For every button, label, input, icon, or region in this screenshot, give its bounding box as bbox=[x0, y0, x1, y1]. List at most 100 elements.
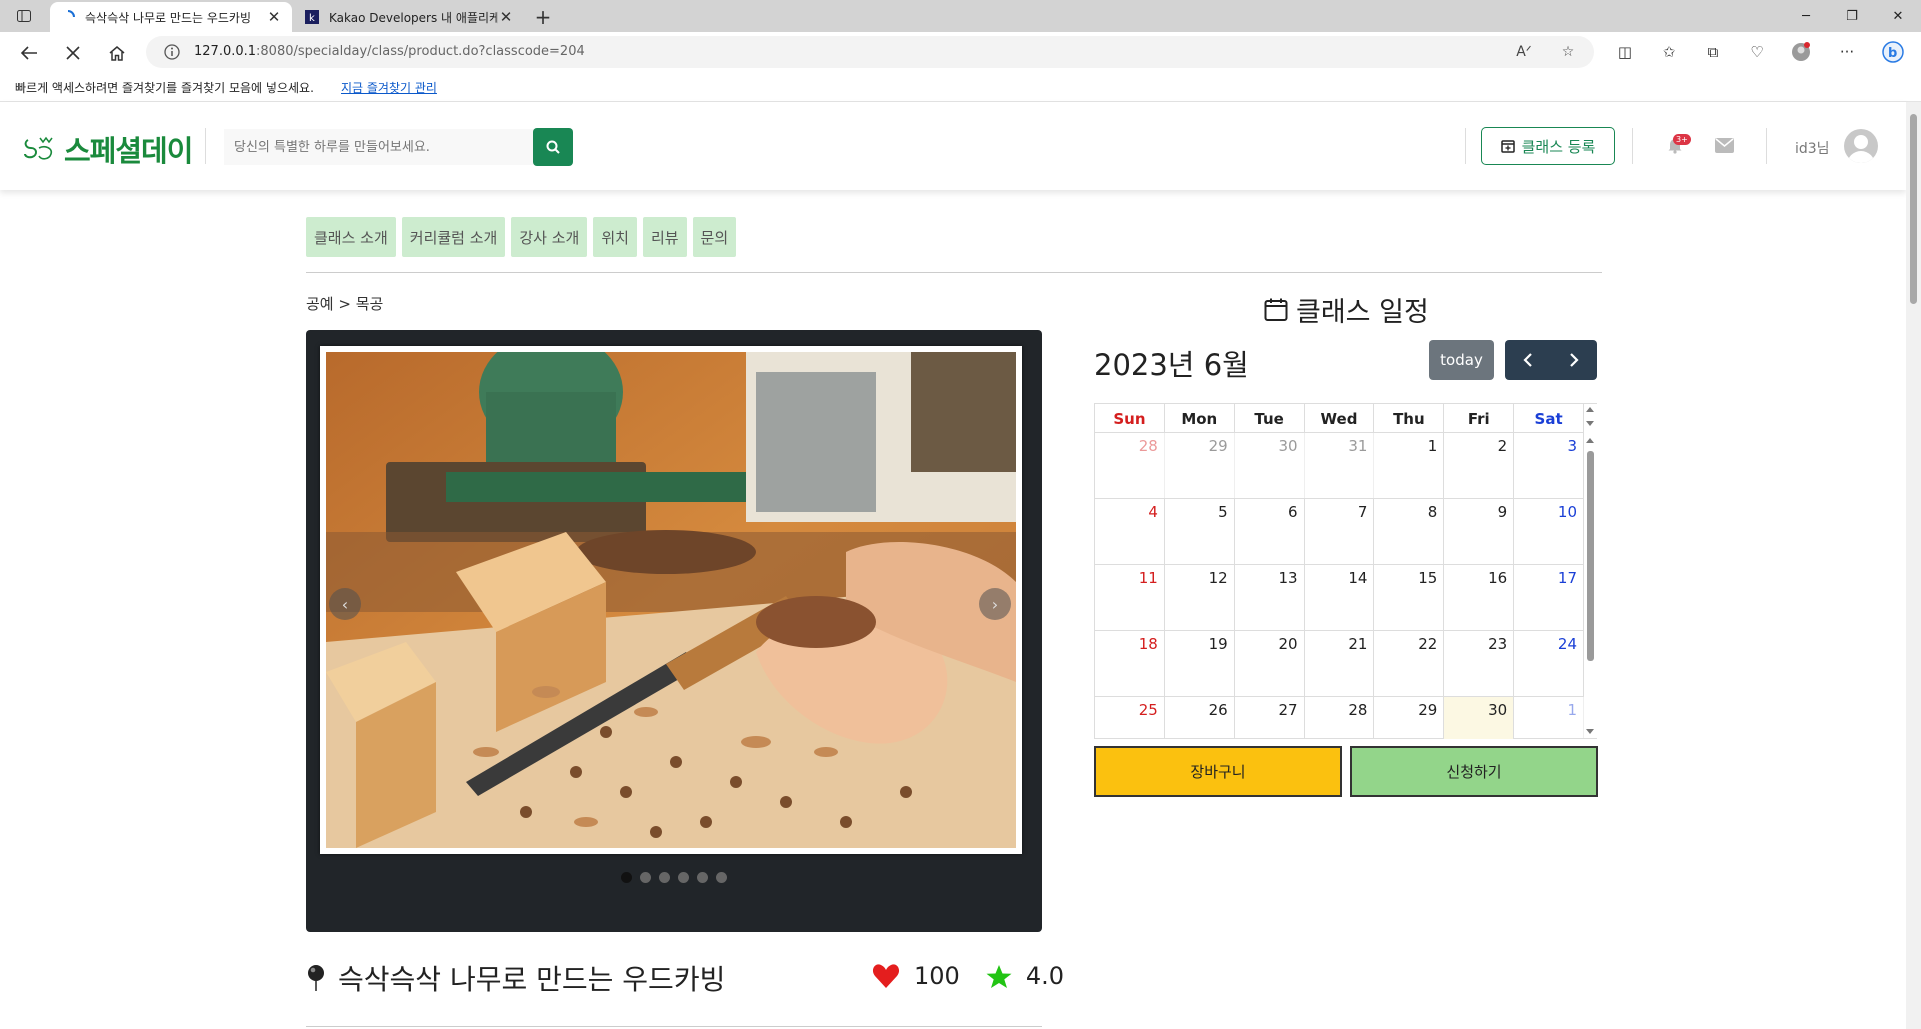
calendar-prev-button[interactable] bbox=[1505, 340, 1551, 380]
add-to-cart-button[interactable]: 장바구니 bbox=[1094, 746, 1342, 797]
favorites-icon[interactable]: ✩ bbox=[1658, 41, 1680, 63]
carousel-dot[interactable] bbox=[640, 872, 651, 883]
tab-location[interactable]: 위치 bbox=[593, 217, 637, 257]
calendar-scrollbar[interactable] bbox=[1584, 404, 1597, 738]
profile-icon[interactable] bbox=[1790, 41, 1812, 63]
breadcrumb: 공예 > 목공 bbox=[306, 295, 384, 313]
page-scrollbar[interactable] bbox=[1906, 102, 1921, 1029]
calendar-day[interactable]: 7 bbox=[1305, 499, 1375, 565]
new-tab-button[interactable]: + bbox=[531, 5, 555, 29]
manage-favorites-link[interactable]: 지금 즐겨찾기 관리 bbox=[341, 79, 437, 96]
close-tab-icon[interactable]: ✕ bbox=[266, 8, 282, 26]
calendar-day[interactable]: 4 bbox=[1095, 499, 1165, 565]
mail-icon[interactable] bbox=[1715, 138, 1734, 153]
calendar-day[interactable]: 23 bbox=[1444, 631, 1515, 697]
calendar-day[interactable]: 1 bbox=[1514, 697, 1584, 739]
tab-curriculum[interactable]: 커리큘럼 소개 bbox=[401, 217, 506, 257]
restore-icon[interactable]: ❐ bbox=[1829, 4, 1875, 28]
carousel-dot[interactable] bbox=[697, 872, 708, 883]
scroll-up-arrow-icon[interactable] bbox=[1586, 438, 1594, 443]
carousel-dot[interactable] bbox=[678, 872, 689, 883]
scroll-down-arrow-icon[interactable] bbox=[1586, 421, 1594, 426]
calendar-day[interactable]: 15 bbox=[1374, 565, 1445, 631]
close-window-icon[interactable]: ✕ bbox=[1875, 4, 1921, 28]
calendar-scrollbar-thumb[interactable] bbox=[1587, 451, 1594, 661]
carousel-dot[interactable] bbox=[716, 872, 727, 883]
register-class-button[interactable]: 클래스 등록 bbox=[1481, 127, 1615, 165]
minimize-icon[interactable]: ─ bbox=[1783, 4, 1829, 28]
user-name[interactable]: id3님 bbox=[1795, 138, 1830, 158]
calendar-day[interactable]: 27 bbox=[1235, 697, 1305, 739]
pin-icon bbox=[308, 965, 324, 991]
carousel-dot[interactable] bbox=[621, 872, 632, 883]
calendar-day[interactable]: 18 bbox=[1095, 631, 1165, 697]
chevron-right-icon bbox=[1570, 353, 1579, 367]
split-screen-icon[interactable]: ◫ bbox=[1614, 41, 1636, 63]
url-field[interactable]: 127.0.0.1:8080/specialday/class/product.… bbox=[146, 36, 1594, 68]
calendar-day[interactable]: 20 bbox=[1235, 631, 1305, 697]
calendar-next-button[interactable] bbox=[1551, 340, 1597, 380]
calendar-day[interactable]: 6 bbox=[1235, 499, 1305, 565]
calendar-day[interactable]: 16 bbox=[1444, 565, 1515, 631]
calendar-day[interactable]: 11 bbox=[1095, 565, 1165, 631]
site-info-icon[interactable] bbox=[164, 44, 180, 60]
calendar-day[interactable]: 3 bbox=[1514, 433, 1584, 499]
calendar-day[interactable]: 10 bbox=[1514, 499, 1584, 565]
back-icon[interactable] bbox=[16, 40, 42, 66]
calendar-day[interactable]: 24 bbox=[1514, 631, 1584, 697]
more-menu-icon[interactable]: ··· bbox=[1836, 41, 1858, 63]
carousel-dot[interactable] bbox=[659, 872, 670, 883]
calendar-day[interactable]: 29 bbox=[1165, 433, 1235, 499]
carousel-next-button[interactable]: › bbox=[979, 588, 1011, 620]
apply-button[interactable]: 신청하기 bbox=[1350, 746, 1598, 797]
calendar-day[interactable]: 29 bbox=[1374, 697, 1445, 739]
favorite-star-icon[interactable]: ☆ bbox=[1559, 43, 1577, 61]
calendar-day[interactable]: 19 bbox=[1165, 631, 1235, 697]
calendar-today-button[interactable]: today bbox=[1429, 340, 1494, 380]
site-logo[interactable]: 스페셜데이 bbox=[22, 128, 193, 170]
tab-instructor[interactable]: 강사 소개 bbox=[511, 217, 588, 257]
calendar-day[interactable]: 2 bbox=[1444, 433, 1515, 499]
calendar-day[interactable]: 14 bbox=[1305, 565, 1375, 631]
scroll-up-arrow-icon[interactable] bbox=[1586, 407, 1594, 412]
calendar-day[interactable]: 28 bbox=[1305, 697, 1375, 739]
tab-reviews[interactable]: 리뷰 bbox=[642, 217, 687, 257]
stop-loading-icon[interactable] bbox=[60, 40, 86, 66]
calendar-day[interactable]: 26 bbox=[1165, 697, 1235, 739]
calendar-day-today[interactable]: 30 bbox=[1444, 697, 1515, 739]
calendar-body: 28 29 30 31 1 2 3 4 5 6 7 8 9 10 11 12 1… bbox=[1095, 433, 1584, 739]
calendar-day[interactable]: 30 bbox=[1235, 433, 1305, 499]
collections-icon[interactable]: ⧉ bbox=[1702, 41, 1724, 63]
browser-essentials-icon[interactable]: ♡ bbox=[1746, 41, 1768, 63]
search-button[interactable] bbox=[533, 128, 573, 166]
user-avatar[interactable] bbox=[1844, 129, 1878, 163]
calendar-day[interactable]: 12 bbox=[1165, 565, 1235, 631]
read-aloud-icon[interactable]: Aᐟ bbox=[1515, 43, 1533, 61]
search-input[interactable] bbox=[224, 129, 534, 165]
tab-actions-icon[interactable] bbox=[14, 7, 34, 25]
tab-inquiry[interactable]: 문의 bbox=[692, 217, 737, 257]
close-tab-icon[interactable]: ✕ bbox=[498, 8, 514, 26]
page-scrollbar-thumb[interactable] bbox=[1910, 114, 1917, 304]
calendar-day[interactable]: 31 bbox=[1305, 433, 1375, 499]
browser-tab-active[interactable]: 슥삭슥삭 나무로 만드는 우드카빙 ✕ bbox=[50, 2, 292, 32]
calendar-day[interactable]: 25 bbox=[1095, 697, 1165, 739]
calendar-day[interactable]: 9 bbox=[1444, 499, 1515, 565]
heart-icon[interactable] bbox=[872, 963, 900, 989]
calendar-day[interactable]: 5 bbox=[1165, 499, 1235, 565]
calendar-day[interactable]: 28 bbox=[1095, 433, 1165, 499]
calendar-week: 28 29 30 31 1 2 3 bbox=[1095, 433, 1584, 499]
calendar-day[interactable]: 22 bbox=[1374, 631, 1445, 697]
home-icon[interactable] bbox=[104, 40, 130, 66]
copilot-icon[interactable]: b bbox=[1882, 41, 1904, 63]
calendar-day[interactable]: 17 bbox=[1514, 565, 1584, 631]
calendar-day[interactable]: 8 bbox=[1374, 499, 1445, 565]
calendar-day[interactable]: 13 bbox=[1235, 565, 1305, 631]
browser-tab-kakao[interactable]: k Kakao Developers 내 애플리케이 ✕ bbox=[294, 2, 524, 32]
scroll-down-arrow-icon[interactable] bbox=[1586, 729, 1594, 734]
calendar-day[interactable]: 1 bbox=[1374, 433, 1445, 499]
register-class-label: 클래스 등록 bbox=[1521, 137, 1596, 156]
carousel-prev-button[interactable]: ‹ bbox=[329, 588, 361, 620]
tab-class-intro[interactable]: 클래스 소개 bbox=[306, 217, 396, 257]
calendar-day[interactable]: 21 bbox=[1305, 631, 1375, 697]
